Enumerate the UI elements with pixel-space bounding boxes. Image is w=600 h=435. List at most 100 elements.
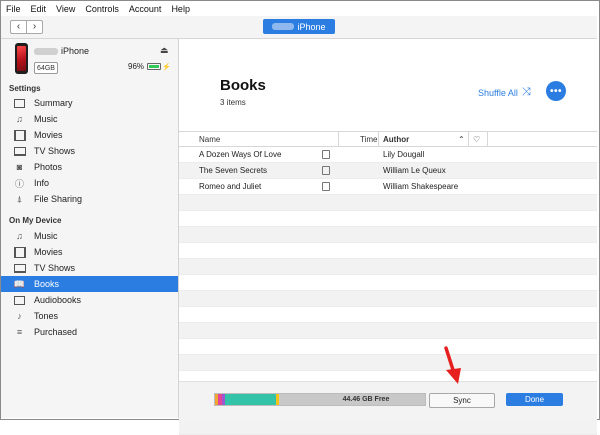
- charging-icon: ⚡: [162, 63, 171, 71]
- heart-icon[interactable]: ♡: [473, 132, 480, 146]
- sidebar-item-label: Purchased: [34, 327, 78, 337]
- device-button[interactable]: iPhone: [263, 19, 335, 34]
- sidebar-item-info[interactable]: ⓘ Info: [1, 175, 178, 191]
- sidebar-item-label: Books: [34, 279, 60, 289]
- sidebar-item-label: Info: [34, 178, 50, 188]
- sidebar-item-device-audiobooks[interactable]: Audiobooks: [1, 292, 178, 308]
- audiobook-icon: [13, 294, 26, 306]
- device-name-label: iPhone: [61, 46, 90, 56]
- row-author: William Shakespeare: [383, 182, 459, 191]
- on-my-device-header: On My Device: [9, 216, 62, 225]
- sidebar-item-label: Music: [34, 114, 58, 124]
- settings-header: Settings: [9, 84, 41, 93]
- menu-account[interactable]: Account: [124, 4, 167, 14]
- music-note-icon: ♫: [16, 231, 23, 241]
- device-name: iPhone: [34, 46, 89, 56]
- red-arrow-annotation: [444, 346, 461, 384]
- iphone-icon: [15, 43, 28, 74]
- cloud-status-icon: [322, 179, 330, 194]
- book-icon: 📖: [13, 278, 26, 289]
- empty-row: [179, 307, 597, 323]
- tv-icon: [13, 145, 26, 157]
- done-button[interactable]: Done: [506, 393, 563, 406]
- column-author[interactable]: Author: [383, 132, 409, 146]
- column-time[interactable]: Time: [360, 132, 377, 146]
- more-options-button[interactable]: •••: [546, 81, 566, 101]
- film-icon: [13, 129, 26, 141]
- music-note-icon: ♫: [16, 114, 23, 124]
- row-name: The Seven Secrets: [199, 166, 268, 175]
- device-header: iPhone ⏏ 64GB 96% ⚡: [1, 39, 178, 81]
- table-header: Name Time Author ⌃ ♡: [179, 131, 597, 147]
- list-icon: ≡: [16, 327, 23, 337]
- bottom-bar: 44.46 GB Free Sync Done: [179, 381, 597, 419]
- sort-ascending-icon[interactable]: ⌃: [458, 132, 465, 146]
- title-area: Books 3 items Shuffle All ⤨ •••: [179, 39, 597, 129]
- row-author: Lily Dougall: [383, 150, 425, 159]
- shuffle-icon: ⤨: [521, 86, 531, 98]
- device-button-label: iPhone: [297, 21, 326, 32]
- cloud-status-icon: [322, 163, 330, 178]
- sidebar-item-device-purchased[interactable]: ≡ Purchased: [1, 324, 178, 340]
- blurred-device-name: [272, 23, 295, 30]
- back-button[interactable]: ‹: [11, 21, 26, 33]
- empty-row: [179, 419, 597, 435]
- toolbar: ‹ › iPhone: [1, 16, 597, 39]
- bell-icon: ♪: [17, 311, 22, 321]
- empty-row: [179, 339, 597, 355]
- sidebar-item-label: Photos: [34, 162, 63, 172]
- sidebar: iPhone ⏏ 64GB 96% ⚡ Settings Summary ♫ M…: [1, 39, 179, 418]
- nav-buttons: ‹ ›: [10, 20, 43, 34]
- sidebar-item-label: Movies: [34, 130, 63, 140]
- capacity-badge: 64GB: [34, 62, 58, 74]
- storage-segment: [225, 394, 276, 405]
- row-author: William Le Queux: [383, 166, 446, 175]
- sidebar-item-device-tv-shows[interactable]: TV Shows: [1, 260, 178, 276]
- empty-row: [179, 259, 597, 275]
- sidebar-item-label: File Sharing: [34, 194, 83, 204]
- table-row[interactable]: A Dozen Ways Of Love Lily Dougall: [179, 147, 597, 163]
- camera-icon: ◙: [16, 162, 23, 172]
- table-row[interactable]: The Seven Secrets William Le Queux: [179, 163, 597, 179]
- sidebar-item-label: Tones: [34, 311, 59, 321]
- forward-button[interactable]: ›: [26, 21, 42, 33]
- menu-controls[interactable]: Controls: [80, 4, 124, 14]
- sidebar-item-device-music[interactable]: ♫ Music: [1, 228, 178, 244]
- shuffle-all-button[interactable]: Shuffle All ⤨: [478, 86, 531, 99]
- table-row[interactable]: Romeo and Juliet William Shakespeare: [179, 179, 597, 195]
- eject-icon[interactable]: ⏏: [160, 45, 169, 56]
- free-space-label: 44.46 GB Free: [342, 396, 390, 403]
- battery-status: 96% ⚡: [128, 62, 171, 71]
- cloud-status-icon: [322, 147, 330, 162]
- sidebar-item-photos[interactable]: ◙ Photos: [1, 159, 178, 175]
- menu-bar: File Edit View Controls Account Help: [1, 1, 597, 16]
- menu-help[interactable]: Help: [166, 4, 195, 14]
- empty-row: [179, 323, 597, 339]
- empty-row: [179, 275, 597, 291]
- tv-icon: [13, 262, 26, 274]
- sidebar-item-label: Music: [34, 231, 58, 241]
- item-count: 3 items: [220, 98, 246, 107]
- row-name: Romeo and Juliet: [199, 182, 262, 191]
- page-title: Books: [220, 77, 266, 94]
- sidebar-item-device-movies[interactable]: Movies: [1, 244, 178, 260]
- menu-file[interactable]: File: [1, 4, 26, 14]
- empty-row: [179, 211, 597, 227]
- sidebar-item-movies[interactable]: Movies: [1, 127, 178, 143]
- sidebar-item-device-tones[interactable]: ♪ Tones: [1, 308, 178, 324]
- sidebar-item-tv-shows[interactable]: TV Shows: [1, 143, 178, 159]
- sidebar-item-label: Summary: [34, 98, 73, 108]
- sidebar-item-device-books[interactable]: 📖 Books: [1, 276, 178, 292]
- summary-icon: [13, 97, 26, 109]
- apps-icon: ⍋: [16, 193, 23, 204]
- menu-view[interactable]: View: [51, 4, 80, 14]
- storage-bar: 44.46 GB Free: [214, 393, 426, 406]
- sync-button[interactable]: Sync: [429, 393, 495, 408]
- sidebar-item-summary[interactable]: Summary: [1, 95, 178, 111]
- column-name[interactable]: Name: [199, 132, 220, 146]
- menu-edit[interactable]: Edit: [26, 4, 52, 14]
- sidebar-item-file-sharing[interactable]: ⍋ File Sharing: [1, 191, 178, 207]
- main-pane: Books 3 items Shuffle All ⤨ ••• Name Tim…: [179, 39, 597, 435]
- sidebar-item-label: TV Shows: [34, 263, 76, 273]
- sidebar-item-music[interactable]: ♫ Music: [1, 111, 178, 127]
